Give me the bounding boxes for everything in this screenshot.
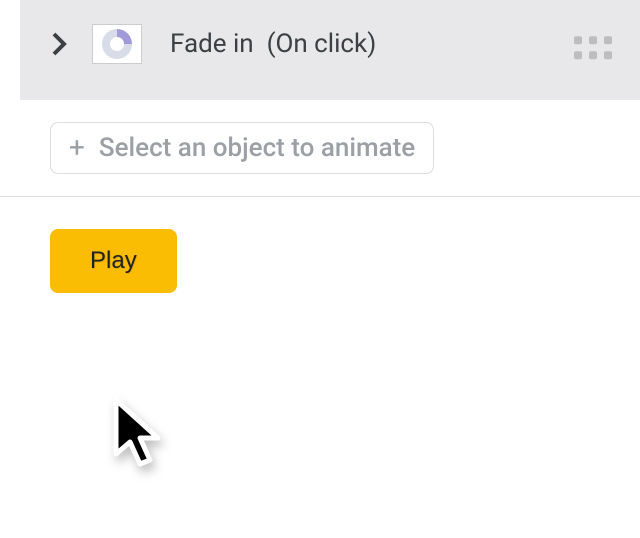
expand-toggle[interactable] [40,24,80,64]
play-button[interactable]: Play [50,229,177,293]
select-object-section: + Select an object to animate [0,100,640,197]
effect-name: Fade in [170,29,254,59]
object-thumbnail [92,24,142,64]
animation-entry-row[interactable]: Fade in (On click) [20,0,640,100]
drag-handle-icon[interactable] [574,36,612,59]
select-object-button[interactable]: + Select an object to animate [50,122,434,174]
play-section: Play [0,197,640,325]
trigger-name: (On click) [267,29,377,59]
plus-icon: + [69,134,85,162]
chevron-right-icon [52,32,68,56]
select-object-label: Select an object to animate [99,133,415,163]
pie-chart-icon [102,29,132,59]
animation-label: Fade in (On click) [170,29,620,59]
cursor-pointer-icon [108,396,170,480]
